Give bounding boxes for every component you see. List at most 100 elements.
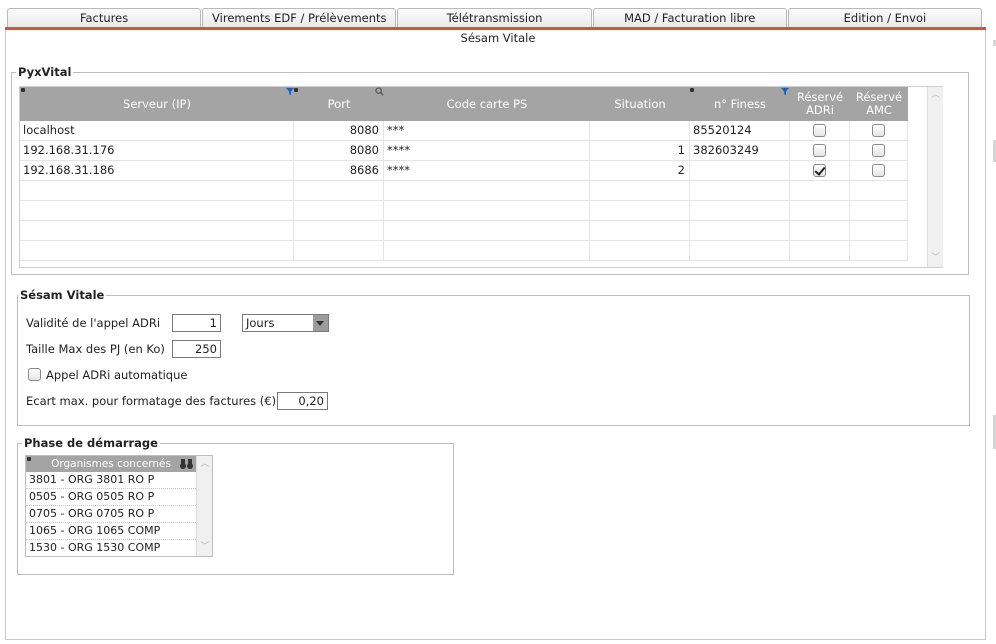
list-item[interactable]: 0705 - ORG 0705 RO P: [26, 506, 196, 523]
list-item[interactable]: 3801 - ORG 3801 RO P: [26, 472, 196, 489]
tab-virements[interactable]: Virements EDF / Prélèvements: [202, 8, 397, 28]
cell-situation[interactable]: [590, 201, 690, 221]
validite-input[interactable]: 1: [172, 314, 221, 332]
reserve-adri-checkbox[interactable]: [813, 164, 826, 177]
cell-finess[interactable]: [690, 221, 790, 241]
validite-unit-value: Jours: [246, 316, 275, 330]
appel-auto-checkbox[interactable]: [28, 368, 41, 381]
filter-icon[interactable]: [781, 87, 790, 96]
binoculars-icon[interactable]: [179, 458, 194, 470]
tab-teletransmission[interactable]: Télétransmission: [397, 8, 592, 28]
cell-situation[interactable]: [590, 121, 690, 141]
tab-bar: Factures Virements EDF / Prélèvements Té…: [7, 8, 983, 28]
search-icon[interactable]: [375, 87, 384, 96]
table-row[interactable]: [20, 241, 908, 261]
grid-scrollbar[interactable]: ︿ ﹀: [927, 87, 943, 267]
cell-reserve-amc: [850, 181, 908, 201]
chevron-down-icon[interactable]: [313, 315, 328, 331]
cell-port[interactable]: [294, 201, 384, 221]
cell-server[interactable]: [20, 241, 294, 261]
cell-code-carte[interactable]: ****: [384, 161, 590, 181]
cell-server[interactable]: [20, 181, 294, 201]
cell-reserve-adri: [790, 141, 850, 161]
cell-reserve-adri: [790, 181, 850, 201]
scroll-up-icon[interactable]: ︿: [197, 459, 212, 469]
validite-unit-select[interactable]: Jours: [242, 314, 329, 332]
tab-mad-facturation[interactable]: MAD / Facturation libre: [592, 8, 787, 28]
cell-port[interactable]: 8686: [294, 161, 384, 181]
cell-code-carte[interactable]: [384, 181, 590, 201]
cell-port[interactable]: [294, 181, 384, 201]
scroll-down-icon[interactable]: ﹀: [197, 542, 212, 552]
cell-situation[interactable]: 2: [590, 161, 690, 181]
list-item[interactable]: 1530 - ORG 1530 COMP: [26, 540, 196, 557]
col-port[interactable]: Port: [294, 87, 384, 121]
cell-server[interactable]: 192.168.31.176: [20, 141, 294, 161]
cell-situation[interactable]: [590, 181, 690, 201]
reserve-adri-checkbox[interactable]: [813, 124, 826, 137]
table-row[interactable]: [20, 181, 908, 201]
cell-port[interactable]: 8080: [294, 141, 384, 161]
cell-code-carte[interactable]: [384, 221, 590, 241]
cell-reserve-amc: [850, 241, 908, 261]
organismes-scrollbar[interactable]: ︿ ﹀: [196, 456, 212, 556]
pyxvital-fieldset: PyxVital Serveur (IP) Port Code carte PS…: [11, 65, 969, 275]
pyxvital-grid: Serveur (IP) Port Code carte PS Situatio…: [19, 86, 943, 268]
cell-reserve-adri: [790, 161, 850, 181]
cell-finess[interactable]: 382603249: [690, 141, 790, 161]
tab-factures[interactable]: Factures: [7, 8, 202, 28]
cell-server[interactable]: [20, 221, 294, 241]
reserve-adri-checkbox[interactable]: [813, 144, 826, 157]
cell-reserve-amc: [850, 221, 908, 241]
cell-situation[interactable]: [590, 241, 690, 261]
table-row[interactable]: localhost 8080 *** 85520124: [20, 121, 908, 141]
cell-reserve-amc: [850, 161, 908, 181]
list-item[interactable]: 0505 - ORG 0505 RO P: [26, 489, 196, 506]
col-serveur[interactable]: Serveur (IP): [20, 87, 294, 121]
table-row[interactable]: [20, 201, 908, 221]
cell-code-carte[interactable]: ***: [384, 121, 590, 141]
scroll-down-icon[interactable]: ﹀: [928, 253, 943, 263]
organismes-list: Organismes concernés 3801 - ORG 3801 RO …: [25, 455, 213, 557]
cell-code-carte[interactable]: ****: [384, 141, 590, 161]
cell-server[interactable]: localhost: [20, 121, 294, 141]
cell-code-carte[interactable]: [384, 201, 590, 221]
scroll-up-icon[interactable]: ︿: [928, 90, 943, 100]
table-row[interactable]: 192.168.31.176 8080 **** 1 382603249: [20, 141, 908, 161]
table-row[interactable]: 192.168.31.186 8686 **** 2: [20, 161, 908, 181]
col-code-carte[interactable]: Code carte PS: [384, 87, 590, 121]
grid-header: Serveur (IP) Port Code carte PS Situatio…: [20, 87, 908, 121]
reserve-amc-checkbox[interactable]: [872, 144, 885, 157]
cell-code-carte[interactable]: [384, 241, 590, 261]
list-item[interactable]: 1065 - ORG 1065 COMP: [26, 523, 196, 540]
cell-port[interactable]: [294, 221, 384, 241]
cell-finess[interactable]: [690, 201, 790, 221]
cell-reserve-adri: [790, 221, 850, 241]
cell-reserve-adri: [790, 241, 850, 261]
reserve-amc-checkbox[interactable]: [872, 164, 885, 177]
subtab-title[interactable]: Sésam Vitale: [0, 31, 996, 45]
col-finess[interactable]: n° Finess: [690, 87, 790, 121]
taille-input[interactable]: 250: [172, 340, 221, 358]
cell-server[interactable]: 192.168.31.186: [20, 161, 294, 181]
cell-finess[interactable]: [690, 181, 790, 201]
sesam-vitale-fieldset: Sésam Vitale Validité de l'appel ADRi 1 …: [17, 288, 970, 426]
col-situation[interactable]: Situation: [590, 87, 690, 121]
cell-port[interactable]: [294, 241, 384, 261]
sesam-legend: Sésam Vitale: [18, 288, 107, 302]
ecart-input[interactable]: 0,20: [277, 392, 328, 410]
cell-situation[interactable]: 1: [590, 141, 690, 161]
cell-finess[interactable]: 85520124: [690, 121, 790, 141]
col-reserve-amc[interactable]: Réservé AMC: [850, 87, 908, 121]
cell-reserve-adri: [790, 121, 850, 141]
table-row[interactable]: [20, 221, 908, 241]
cell-finess[interactable]: [690, 241, 790, 261]
demarrage-fieldset: Phase de démarrage Organismes concernés …: [17, 436, 454, 575]
tab-edition-envoi[interactable]: Edition / Envoi: [787, 8, 983, 28]
col-reserve-adri[interactable]: Réservé ADRi: [790, 87, 850, 121]
cell-finess[interactable]: [690, 161, 790, 181]
cell-port[interactable]: 8080: [294, 121, 384, 141]
reserve-amc-checkbox[interactable]: [872, 124, 885, 137]
cell-situation[interactable]: [590, 221, 690, 241]
cell-server[interactable]: [20, 201, 294, 221]
